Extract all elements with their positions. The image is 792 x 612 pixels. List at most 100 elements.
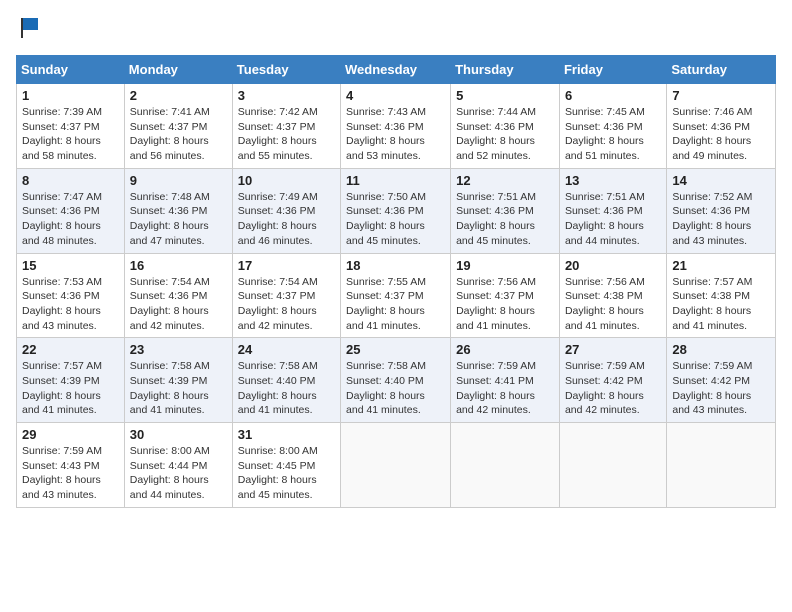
- day-cell: 15 Sunrise: 7:53 AMSunset: 4:36 PMDayligh…: [17, 253, 125, 338]
- weekday-header-thursday: Thursday: [451, 56, 560, 84]
- day-cell: 2Sunrise: 7:41 AMSunset: 4:37 PMDaylight…: [124, 84, 232, 169]
- day-number: 18: [346, 258, 445, 273]
- day-cell: [667, 423, 776, 508]
- day-cell: [451, 423, 560, 508]
- day-info: Sunrise: 7:51 AMSunset: 4:36 PMDaylight:…: [456, 191, 536, 247]
- day-info: Sunrise: 7:41 AMSunset: 4:37 PMDaylight:…: [130, 106, 210, 162]
- day-info: Sunrise: 7:42 AMSunset: 4:37 PMDaylight:…: [238, 106, 318, 162]
- day-number: 5: [456, 88, 554, 103]
- day-info: Sunrise: 7:51 AMSunset: 4:36 PMDaylight:…: [565, 191, 645, 247]
- day-cell: 25 Sunrise: 7:58 AMSunset: 4:40 PMDayligh…: [341, 338, 451, 423]
- day-cell: 12 Sunrise: 7:51 AMSunset: 4:36 PMDayligh…: [451, 168, 560, 253]
- day-cell: 30Sunrise: 8:00 AMSunset: 4:44 PMDayligh…: [124, 423, 232, 508]
- day-info: Sunrise: 7:48 AMSunset: 4:36 PMDaylight:…: [130, 191, 210, 247]
- day-cell: 10Sunrise: 7:49 AMSunset: 4:36 PMDayligh…: [232, 168, 340, 253]
- day-info: Sunrise: 7:57 AMSunset: 4:38 PMDaylight:…: [672, 276, 752, 332]
- day-cell: 20 Sunrise: 7:56 AMSunset: 4:38 PMDayligh…: [559, 253, 666, 338]
- day-number: 13: [565, 173, 661, 188]
- weekday-header-sunday: Sunday: [17, 56, 125, 84]
- day-cell: [559, 423, 666, 508]
- day-number: 20: [565, 258, 661, 273]
- day-number: 19: [456, 258, 554, 273]
- day-info: Sunrise: 7:59 AMSunset: 4:43 PMDaylight:…: [22, 445, 102, 501]
- day-info: Sunrise: 7:50 AMSunset: 4:36 PMDaylight:…: [346, 191, 426, 247]
- day-cell: 29 Sunrise: 7:59 AMSunset: 4:43 PMDayligh…: [17, 423, 125, 508]
- day-cell: 5Sunrise: 7:44 AMSunset: 4:36 PMDaylight…: [451, 84, 560, 169]
- day-cell: [341, 423, 451, 508]
- logo-flag-icon: [18, 16, 42, 40]
- day-cell: 23 Sunrise: 7:58 AMSunset: 4:39 PMDayligh…: [124, 338, 232, 423]
- weekday-header-tuesday: Tuesday: [232, 56, 340, 84]
- day-number: 4: [346, 88, 445, 103]
- day-number: 11: [346, 173, 445, 188]
- day-cell: 22Sunrise: 7:57 AMSunset: 4:39 PMDayligh…: [17, 338, 125, 423]
- day-number: 14: [672, 173, 770, 188]
- day-cell: 27 Sunrise: 7:59 AMSunset: 4:42 PMDayligh…: [559, 338, 666, 423]
- day-info: Sunrise: 7:56 AMSunset: 4:37 PMDaylight:…: [456, 276, 536, 332]
- day-cell: 19 Sunrise: 7:56 AMSunset: 4:37 PMDayligh…: [451, 253, 560, 338]
- day-cell: 13 Sunrise: 7:51 AMSunset: 4:36 PMDayligh…: [559, 168, 666, 253]
- header: [16, 16, 776, 45]
- weekday-header-wednesday: Wednesday: [341, 56, 451, 84]
- day-info: Sunrise: 7:43 AMSunset: 4:36 PMDaylight:…: [346, 106, 426, 162]
- day-info: Sunrise: 7:54 AMSunset: 4:37 PMDaylight:…: [238, 276, 318, 332]
- day-info: Sunrise: 8:00 AMSunset: 4:44 PMDaylight:…: [130, 445, 210, 501]
- day-info: Sunrise: 7:59 AMSunset: 4:42 PMDaylight:…: [672, 360, 752, 416]
- day-number: 29: [22, 427, 119, 442]
- day-cell: 17 Sunrise: 7:54 AMSunset: 4:37 PMDayligh…: [232, 253, 340, 338]
- day-info: Sunrise: 7:46 AMSunset: 4:36 PMDaylight:…: [672, 106, 752, 162]
- day-info: Sunrise: 7:45 AMSunset: 4:36 PMDaylight:…: [565, 106, 645, 162]
- day-number: 6: [565, 88, 661, 103]
- day-cell: 8 Sunrise: 7:47 AMSunset: 4:36 PMDaylight…: [17, 168, 125, 253]
- day-info: Sunrise: 8:00 AMSunset: 4:45 PMDaylight:…: [238, 445, 318, 501]
- day-cell: 11 Sunrise: 7:50 AMSunset: 4:36 PMDayligh…: [341, 168, 451, 253]
- day-info: Sunrise: 7:47 AMSunset: 4:36 PMDaylight:…: [22, 191, 102, 247]
- day-info: Sunrise: 7:57 AMSunset: 4:39 PMDaylight:…: [22, 360, 102, 416]
- day-number: 16: [130, 258, 227, 273]
- calendar-body: 1Sunrise: 7:39 AMSunset: 4:37 PMDaylight…: [17, 84, 776, 508]
- day-number: 23: [130, 342, 227, 357]
- day-number: 10: [238, 173, 335, 188]
- day-info: Sunrise: 7:58 AMSunset: 4:40 PMDaylight:…: [346, 360, 426, 416]
- day-info: Sunrise: 7:58 AMSunset: 4:39 PMDaylight:…: [130, 360, 210, 416]
- day-cell: 1Sunrise: 7:39 AMSunset: 4:37 PMDaylight…: [17, 84, 125, 169]
- day-cell: 18Sunrise: 7:55 AMSunset: 4:37 PMDayligh…: [341, 253, 451, 338]
- day-info: Sunrise: 7:56 AMSunset: 4:38 PMDaylight:…: [565, 276, 645, 332]
- weekday-header-monday: Monday: [124, 56, 232, 84]
- day-info: Sunrise: 7:53 AMSunset: 4:36 PMDaylight:…: [22, 276, 102, 332]
- day-number: 7: [672, 88, 770, 103]
- day-number: 15: [22, 258, 119, 273]
- day-cell: 31 Sunrise: 8:00 AMSunset: 4:45 PMDayligh…: [232, 423, 340, 508]
- day-info: Sunrise: 7:54 AMSunset: 4:36 PMDaylight:…: [130, 276, 210, 332]
- logo: [16, 16, 42, 45]
- day-info: Sunrise: 7:52 AMSunset: 4:36 PMDaylight:…: [672, 191, 752, 247]
- week-row-1: 1Sunrise: 7:39 AMSunset: 4:37 PMDaylight…: [17, 84, 776, 169]
- day-cell: 24Sunrise: 7:58 AMSunset: 4:40 PMDayligh…: [232, 338, 340, 423]
- day-number: 17: [238, 258, 335, 273]
- day-info: Sunrise: 7:59 AMSunset: 4:41 PMDaylight:…: [456, 360, 536, 416]
- day-number: 31: [238, 427, 335, 442]
- day-cell: 9 Sunrise: 7:48 AMSunset: 4:36 PMDaylight…: [124, 168, 232, 253]
- day-cell: 4 Sunrise: 7:43 AMSunset: 4:36 PMDaylight…: [341, 84, 451, 169]
- day-info: Sunrise: 7:59 AMSunset: 4:42 PMDaylight:…: [565, 360, 645, 416]
- day-cell: 21 Sunrise: 7:57 AMSunset: 4:38 PMDayligh…: [667, 253, 776, 338]
- day-number: 21: [672, 258, 770, 273]
- weekday-header-saturday: Saturday: [667, 56, 776, 84]
- day-number: 25: [346, 342, 445, 357]
- calendar-table: SundayMondayTuesdayWednesdayThursdayFrid…: [16, 55, 776, 508]
- day-number: 1: [22, 88, 119, 103]
- day-number: 9: [130, 173, 227, 188]
- logo-wordmark: [16, 16, 42, 45]
- day-number: 12: [456, 173, 554, 188]
- day-number: 28: [672, 342, 770, 357]
- week-row-3: 15 Sunrise: 7:53 AMSunset: 4:36 PMDayligh…: [17, 253, 776, 338]
- weekday-header-row: SundayMondayTuesdayWednesdayThursdayFrid…: [17, 56, 776, 84]
- day-info: Sunrise: 7:58 AMSunset: 4:40 PMDaylight:…: [238, 360, 318, 416]
- week-row-2: 8 Sunrise: 7:47 AMSunset: 4:36 PMDaylight…: [17, 168, 776, 253]
- day-number: 8: [22, 173, 119, 188]
- day-number: 3: [238, 88, 335, 103]
- day-cell: 14 Sunrise: 7:52 AMSunset: 4:36 PMDayligh…: [667, 168, 776, 253]
- day-cell: 26 Sunrise: 7:59 AMSunset: 4:41 PMDayligh…: [451, 338, 560, 423]
- day-number: 27: [565, 342, 661, 357]
- day-number: 26: [456, 342, 554, 357]
